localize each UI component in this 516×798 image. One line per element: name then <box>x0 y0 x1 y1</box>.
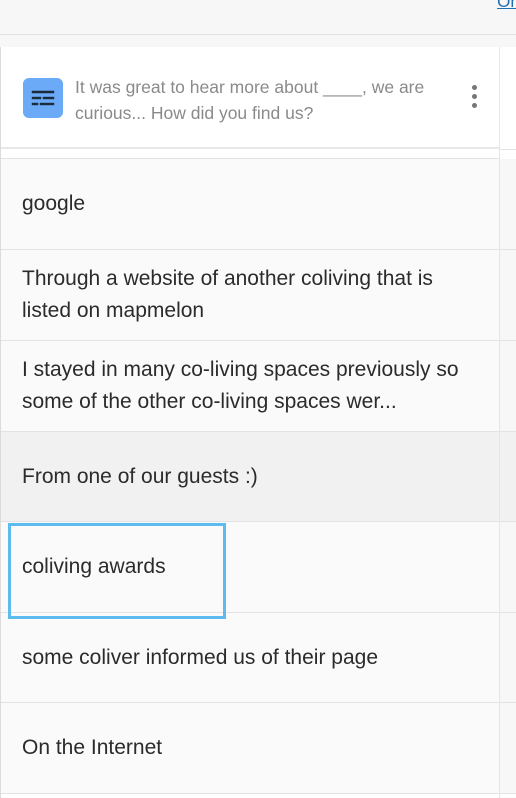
adjacent-column-cell <box>500 432 516 522</box>
response-row[interactable]: Through a website of another coliving th… <box>1 250 499 341</box>
response-text: Through a website of another coliving th… <box>22 267 433 322</box>
response-text: From one of our guests :) <box>22 464 258 488</box>
question-header: It was great to hear more about ____, we… <box>1 47 499 149</box>
response-row-selected[interactable]: coliving awards <box>1 522 499 613</box>
adjacent-column-cell <box>500 159 516 250</box>
adjacent-column-cell <box>500 613 516 703</box>
response-row[interactable]: On the Internet <box>1 703 499 794</box>
adjacent-column-cell <box>500 341 516 432</box>
response-text: On the Internet <box>22 736 163 759</box>
adjacent-column-cell <box>500 250 516 341</box>
response-row[interactable]: From one of our guests :) <box>1 432 499 522</box>
response-row[interactable]: google <box>1 159 499 250</box>
question-title: It was great to hear more about ____, we… <box>75 77 425 123</box>
response-row[interactable]: some coliver informed us of their page <box>1 613 499 703</box>
top-toolbar-strip: Or <box>0 0 516 35</box>
vertical-ellipsis-icon[interactable] <box>468 85 480 113</box>
top-link[interactable]: Or <box>497 0 516 12</box>
text-lines-icon <box>23 78 63 118</box>
response-text: coliving awards <box>22 555 166 578</box>
response-text: some coliver informed us of their page <box>22 645 379 669</box>
response-text: I stayed in many co-living spaces previo… <box>22 358 459 413</box>
adjacent-column-cell <box>500 703 516 794</box>
response-text: google <box>22 192 86 215</box>
adjacent-column-header <box>500 47 516 150</box>
adjacent-column-cell <box>500 522 516 613</box>
response-row[interactable]: I stayed in many co-living spaces previo… <box>1 341 499 432</box>
